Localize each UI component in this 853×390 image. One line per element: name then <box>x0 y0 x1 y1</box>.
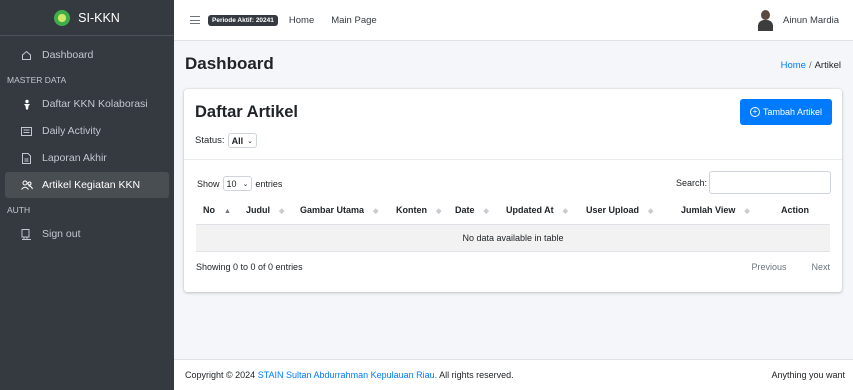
nav-link-home[interactable]: Home <box>289 15 314 26</box>
articles-table: No ▲ Judul ◆ Gambar Utama ◆ Konten ◆ Date ◆ U… <box>196 197 830 252</box>
brand-logo <box>54 9 71 26</box>
sidebar-item-sign-out[interactable]: Sign out <box>5 221 169 247</box>
sort-icon: ◆ <box>483 208 489 216</box>
sidebar-item-label: Daily Activity <box>42 125 101 137</box>
add-article-label: Tambah Artikel <box>762 107 823 117</box>
sort-icon: ◆ <box>373 208 379 216</box>
column-header-action: Action <box>774 197 830 225</box>
sidebar-item-daftar-kkn[interactable]: Daftar KKN Kolaborasi <box>5 91 169 117</box>
status-filter: Status: All ⌄ <box>195 133 257 148</box>
breadcrumb-home[interactable]: Home <box>781 60 806 71</box>
sort-icon: ◆ <box>744 208 750 216</box>
column-header-judul[interactable]: Judul ◆ <box>239 197 293 225</box>
add-article-button[interactable]: + Tambah Artikel <box>740 99 832 125</box>
search-label: Search: <box>675 177 707 188</box>
sidebar-item-artikel-kegiatan[interactable]: Artikel Kegiatan KKN <box>5 172 169 198</box>
pagination: Previous Next <box>751 262 830 272</box>
sidebar-item-laporan-akhir[interactable]: Laporan Akhir <box>5 145 169 171</box>
column-header-gambar-utama[interactable]: Gambar Utama ◆ <box>293 197 389 225</box>
entries-select[interactable]: 10 ⌄ <box>222 176 253 191</box>
sidebar-item-label: Laporan Akhir <box>42 152 107 164</box>
pagination-next[interactable]: Next <box>811 262 830 272</box>
show-label: Show <box>197 178 220 189</box>
user-name: Ainun Mardia <box>783 14 839 26</box>
table-header-row: No ▲ Judul ◆ Gambar Utama ◆ Konten ◆ Date ◆ U… <box>196 197 830 225</box>
sort-icon: ◆ <box>562 208 569 216</box>
sort-icon: ◆ <box>436 208 442 216</box>
user-menu[interactable]: Ainun Mardia <box>756 9 839 31</box>
sidebar-item-daily-activity[interactable]: Daily Activity <box>5 118 169 144</box>
column-header-date[interactable]: Date ◆ <box>448 197 499 225</box>
breadcrumb: Home / Artikel <box>781 60 841 71</box>
person-icon <box>20 99 33 110</box>
table-info: Showing 0 to 0 of 0 entries <box>196 262 303 272</box>
card-title: Daftar Artikel <box>195 103 299 121</box>
copyright-rights: All rights reserved. <box>439 370 514 380</box>
plus-circle-icon: + <box>749 107 760 117</box>
nav-link-main-page[interactable]: Main Page <box>331 15 376 26</box>
copyright-prefix: Copyright © 2024 <box>185 370 256 380</box>
activity-list-icon <box>20 126 33 136</box>
sort-icon: ◆ <box>648 208 654 216</box>
entries-label: entries <box>255 178 283 189</box>
sidebar-item-dashboard[interactable]: Dashboard <box>5 42 169 68</box>
sidebar-nav: Dashboard MASTER DATA Daftar KKN Kolabor… <box>0 36 174 247</box>
entries-length: Show 10 ⌄ entries <box>197 176 282 191</box>
column-header-user-upload[interactable]: User Upload ◆ <box>579 197 674 225</box>
table-row: No data available in table <box>196 224 830 252</box>
table-search: Search: <box>676 171 831 194</box>
column-header-no[interactable]: No ▲ <box>196 197 239 225</box>
chevron-down-icon: ⌄ <box>247 137 253 145</box>
brand-name: SI-KKN <box>78 10 120 25</box>
footer: Copyright © 2024 STAIN Sultan Abdurrahma… <box>174 359 853 390</box>
home-icon <box>20 50 33 61</box>
chevron-down-icon: ⌄ <box>242 180 249 188</box>
sort-icon: ◆ <box>279 208 285 216</box>
avatar <box>756 9 775 31</box>
column-header-konten[interactable]: Konten ◆ <box>389 197 448 225</box>
status-select-value: All <box>231 135 244 146</box>
footer-right-text: Anything you want <box>771 370 845 380</box>
people-icon <box>20 180 33 190</box>
period-badge: Periode Aktif: 20241 <box>208 14 278 26</box>
sort-asc-icon: ▲ <box>224 208 231 216</box>
content-header: Dashboard Home / Artikel <box>174 41 853 89</box>
empty-table-message: No data available in table <box>196 224 830 252</box>
card-divider <box>184 159 842 160</box>
sidebar-item-label: Dashboard <box>42 49 94 61</box>
footer-copyright: Copyright © 2024 STAIN Sultan Abdurrahma… <box>185 370 514 380</box>
page-title: Dashboard <box>185 54 274 73</box>
sidebar: SI-KKN Dashboard MASTER DATA Daftar KKN … <box>0 0 174 390</box>
column-header-jumlah-view[interactable]: Jumlah View ◆ <box>674 197 774 225</box>
articles-card: Daftar Artikel Status: All ⌄ + Tambah Ar… <box>184 89 842 292</box>
top-navbar: Periode Aktif: 20241 Home Main Page Ainu… <box>174 0 853 41</box>
footer-organization-link[interactable]: STAIN Sultan Abdurrahman Kepulauan Riau. <box>258 370 437 380</box>
status-select[interactable]: All ⌄ <box>227 133 257 148</box>
document-icon <box>20 152 33 164</box>
breadcrumb-current: Artikel <box>814 60 841 71</box>
sidebar-item-label: Sign out <box>42 228 81 240</box>
entries-select-value: 10 <box>226 178 237 189</box>
sidebar-item-label: Artikel Kegiatan KKN <box>42 179 141 191</box>
sign-out-icon <box>20 228 33 240</box>
brand-link[interactable]: SI-KKN <box>0 0 174 36</box>
breadcrumb-separator: / <box>808 60 812 71</box>
search-input[interactable] <box>709 171 831 194</box>
menu-toggle-icon[interactable] <box>190 16 200 24</box>
sidebar-item-label: Daftar KKN Kolaborasi <box>42 98 148 110</box>
column-header-updated-at[interactable]: Updated At ◆ <box>499 197 579 225</box>
pagination-previous[interactable]: Previous <box>751 262 786 272</box>
status-label: Status: <box>195 135 225 146</box>
sidebar-header-master: MASTER DATA <box>7 75 67 85</box>
sidebar-header-auth: AUTH <box>7 205 31 215</box>
